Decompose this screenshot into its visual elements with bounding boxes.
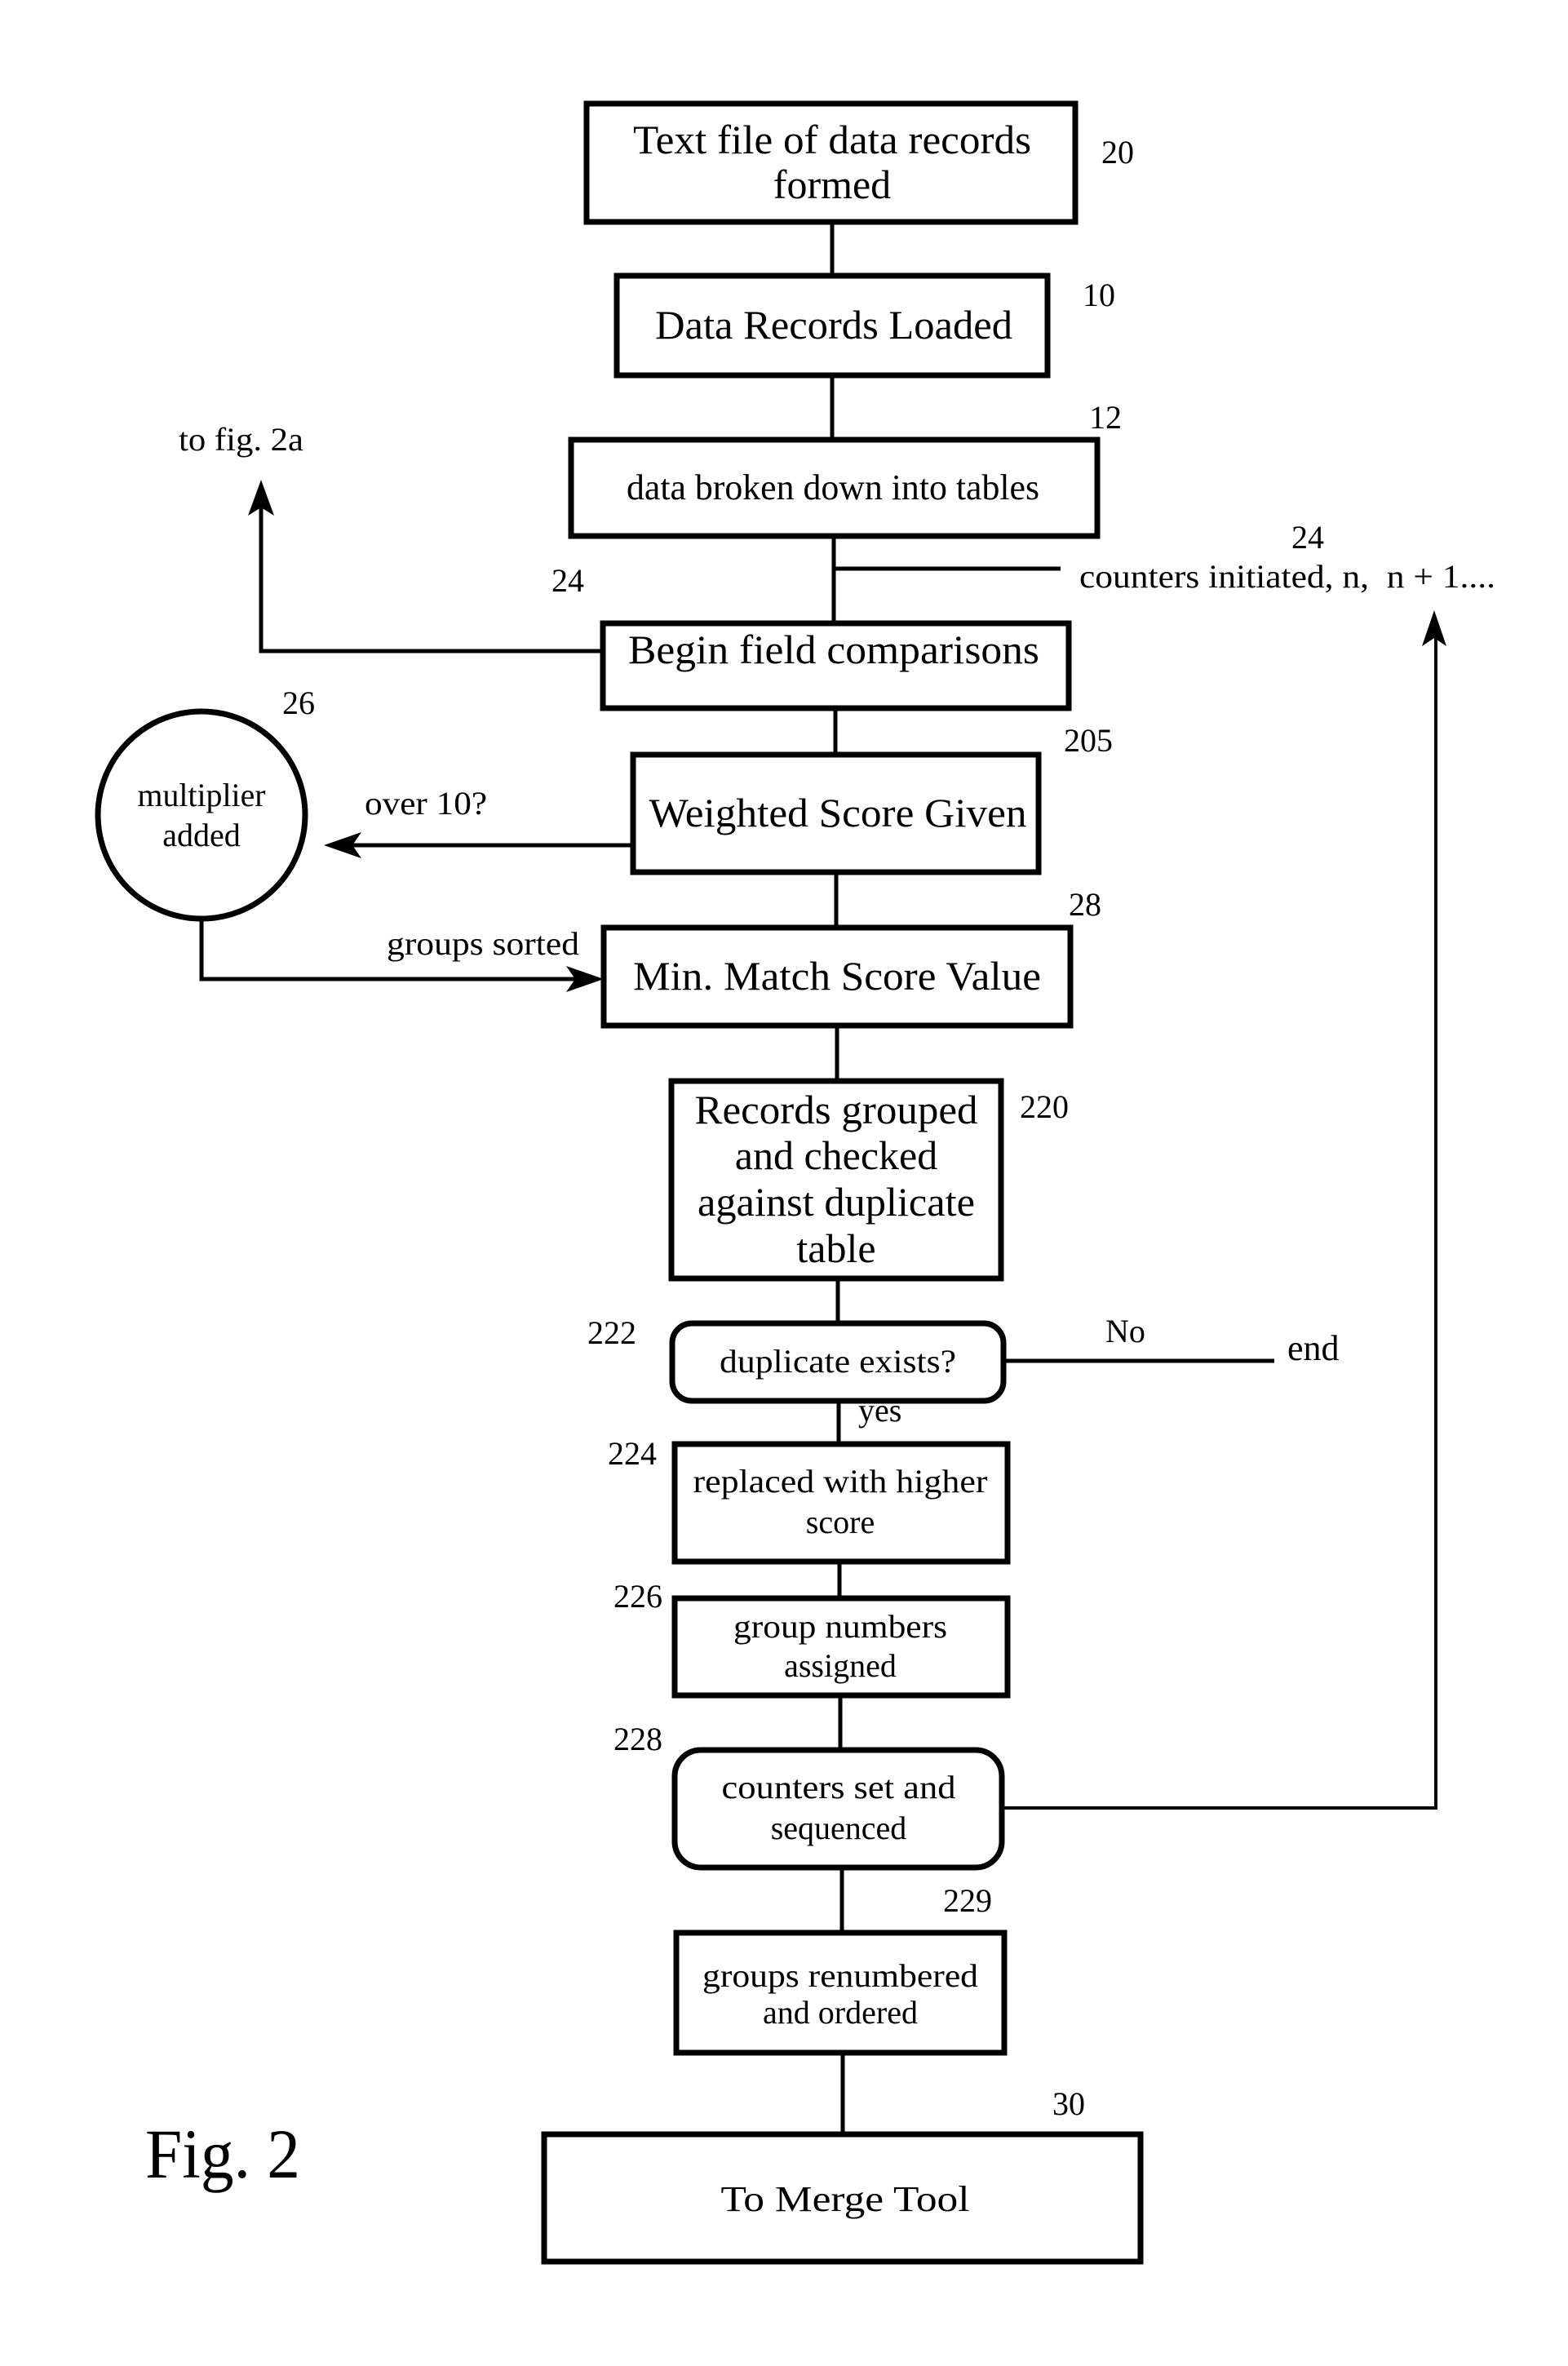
node-min-match: Min. Match Score Value 28 xyxy=(600,886,1101,1029)
node-records-grouped-line-1: Records grouped xyxy=(695,1087,978,1132)
ref-label-10: 10 xyxy=(1083,277,1115,313)
node-duplicate-exists: duplicate exists? 222 xyxy=(587,1314,1007,1404)
node-counters-set: counters set and sequenced 228 xyxy=(613,1721,1005,1871)
ref-label-20: 20 xyxy=(1101,134,1134,171)
figure-caption: Fig. 2 xyxy=(145,2115,300,2193)
node-replaced-line-1: replaced with higher xyxy=(693,1463,988,1500)
node-counters-set-line-2: sequenced xyxy=(771,1810,907,1846)
ref-label-205: 205 xyxy=(1064,722,1113,759)
node-multiplier: multiplier added 26 xyxy=(95,685,315,922)
node-multiplier-line-2: added xyxy=(162,817,241,853)
ref-label-12: 12 xyxy=(1089,399,1122,436)
node-broken-down: data broken down into tables 12 xyxy=(568,399,1122,539)
flowchart: Text file of data records formed 20 Data… xyxy=(95,100,1495,2265)
node-duplicate-exists-line-1: duplicate exists? xyxy=(720,1343,956,1380)
ref-label-224: 224 xyxy=(608,1435,657,1472)
node-records-grouped-line-2: and checked xyxy=(735,1132,937,1178)
over-10-label: over 10? xyxy=(365,785,487,822)
node-broken-down-line-1: data broken down into tables xyxy=(627,467,1039,507)
end-label: end xyxy=(1287,1328,1340,1368)
node-renumbered-line-1: groups renumbered xyxy=(702,1957,978,1994)
yes-label: yes xyxy=(858,1392,901,1429)
node-weighted-score-line-1: Weighted Score Given xyxy=(649,790,1027,835)
node-weighted-score: Weighted Score Given 205 xyxy=(630,722,1113,875)
node-min-match-line-1: Min. Match Score Value xyxy=(633,953,1041,999)
ref-label-229: 229 xyxy=(943,1882,992,1919)
to-fig-2a-label: to fig. 2a xyxy=(179,421,303,458)
node-text-file-line-1: Text file of data records xyxy=(633,117,1031,162)
groups-sorted-label: groups sorted xyxy=(387,925,579,962)
node-replaced: replaced with higher score 224 xyxy=(608,1435,1011,1565)
ref-label-220: 220 xyxy=(1020,1088,1069,1125)
node-field-comparisons: Begin field comparisons 24 xyxy=(551,562,1072,711)
node-multiplier-line-1: multiplier xyxy=(138,777,266,813)
ref-label-226: 226 xyxy=(613,1578,662,1615)
no-label: No xyxy=(1105,1313,1145,1349)
node-merge-tool-line-1: To Merge Tool xyxy=(721,2179,970,2219)
node-records-grouped: Records grouped and checked against dupl… xyxy=(668,1078,1069,1282)
node-records-grouped-line-4: table xyxy=(796,1225,875,1271)
node-group-numbers: group numbers assigned 226 xyxy=(613,1578,1011,1699)
node-replaced-line-2: score xyxy=(806,1504,875,1540)
node-records-grouped-line-3: against duplicate xyxy=(698,1179,975,1225)
ref-label-28: 28 xyxy=(1069,886,1101,923)
ref-label-26: 26 xyxy=(282,685,315,721)
node-group-numbers-line-1: group numbers xyxy=(733,1608,947,1645)
node-text-file-line-2: formed xyxy=(773,162,891,207)
counters-initiated-label: counters initiated, n, n + 1.... xyxy=(1079,558,1495,595)
node-records-loaded: Data Records Loaded 10 xyxy=(613,272,1115,379)
ref-label-228: 228 xyxy=(613,1721,662,1757)
node-records-loaded-line-1: Data Records Loaded xyxy=(655,302,1012,348)
ref-label-222: 222 xyxy=(587,1314,636,1351)
node-field-comparisons-line-1: Begin field comparisons xyxy=(628,627,1039,672)
node-group-numbers-line-2: assigned xyxy=(784,1647,897,1684)
node-text-file: Text file of data records formed 20 xyxy=(583,100,1134,225)
node-counters-set-line-1: counters set and xyxy=(722,1769,956,1806)
counters-loop-connector xyxy=(1002,630,1437,1810)
ref-label-30: 30 xyxy=(1052,2085,1085,2122)
node-renumbered-line-2: and ordered xyxy=(763,1994,918,2031)
ref-label-24-left: 24 xyxy=(551,562,584,599)
counters-initiated-ref: 24 xyxy=(1291,519,1324,556)
